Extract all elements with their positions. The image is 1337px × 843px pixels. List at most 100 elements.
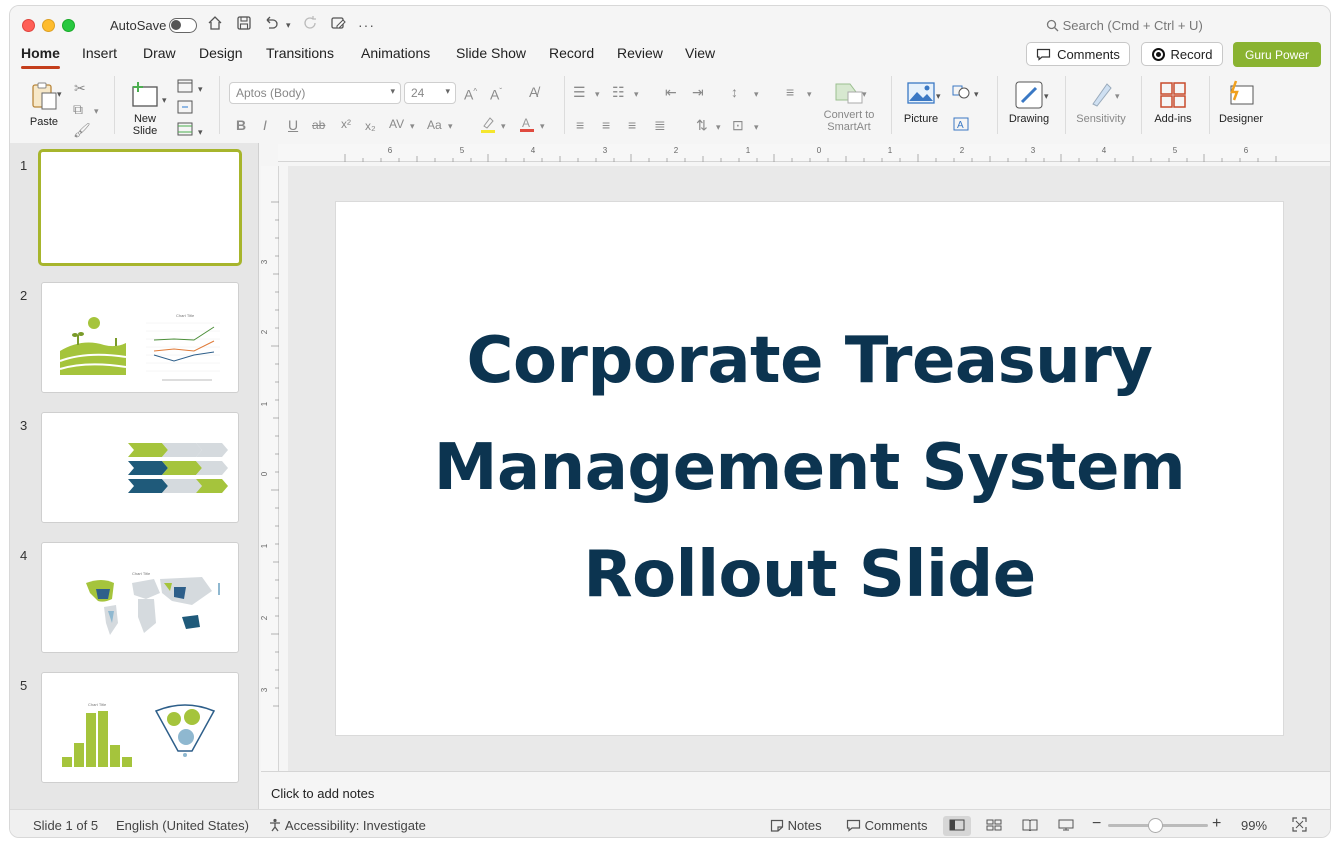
autosave-toggle[interactable] [169, 18, 197, 33]
chevron-down-icon[interactable]: ▾ [410, 118, 415, 134]
comments-toggle[interactable]: Comments [846, 818, 927, 833]
zoom-slider-thumb[interactable] [1148, 818, 1163, 833]
chevron-down-icon[interactable]: ▾ [1115, 88, 1120, 104]
notes-pane[interactable]: Click to add notes [261, 771, 1330, 809]
add-ins-button[interactable]: Add-ins [1150, 80, 1196, 125]
numbering-icon[interactable]: ☷ [612, 84, 625, 100]
undo-icon[interactable] [263, 15, 279, 37]
decrease-indent-icon[interactable]: ⇤ [665, 84, 677, 100]
tab-view[interactable]: View [685, 45, 715, 69]
slide-title-textbox[interactable]: Corporate Treasury Management System Rol… [400, 308, 1220, 629]
italic-icon[interactable]: I [263, 117, 267, 133]
section-dropdown-icon[interactable]: ▾ [198, 124, 203, 140]
notes-placeholder[interactable]: Click to add notes [271, 786, 374, 801]
undo-dropdown-icon[interactable]: ▾ [286, 15, 291, 35]
layout-dropdown-icon[interactable]: ▾ [198, 81, 203, 97]
tab-insert[interactable]: Insert [82, 45, 117, 69]
notes-toggle[interactable]: Notes [770, 818, 822, 833]
align-right-icon[interactable]: ≡ [628, 117, 636, 133]
chevron-down-icon[interactable]: ▾ [807, 86, 812, 102]
chevron-down-icon[interactable]: ▾ [1044, 88, 1049, 104]
font-name-select[interactable]: Aptos (Body) ▾ [229, 82, 401, 104]
shapes-icon[interactable] [952, 84, 970, 103]
vertical-ruler[interactable]: 3 2 1 0 1 2 3 [260, 166, 279, 771]
columns-icon[interactable]: ≡ [786, 84, 794, 100]
convert-smartart-button[interactable]: Convert to SmartArt [816, 80, 882, 133]
slide-sorter-button[interactable] [980, 816, 1008, 836]
tab-animations[interactable]: Animations [361, 45, 430, 69]
tab-slide-show[interactable]: Slide Show [456, 45, 526, 69]
chevron-down-icon[interactable]: ▾ [448, 118, 453, 134]
redo-icon[interactable] [303, 15, 319, 37]
slide-thumbnail-1[interactable] [38, 149, 242, 266]
customize-toolbar-icon[interactable] [330, 15, 346, 37]
copy-dropdown-icon[interactable]: ▾ [94, 103, 99, 119]
strikethrough-icon[interactable]: ab [312, 117, 325, 133]
designer-button[interactable]: Designer [1216, 80, 1266, 125]
tab-design[interactable]: Design [199, 45, 243, 69]
format-painter-icon[interactable]: 🖌 [73, 122, 91, 138]
current-slide[interactable]: Corporate Treasury Management System Rol… [336, 202, 1283, 735]
home-icon[interactable] [207, 15, 223, 37]
reading-view-button[interactable] [1016, 816, 1044, 836]
text-box-icon[interactable]: A [952, 116, 970, 135]
zoom-in-icon[interactable]: + [1212, 815, 1221, 833]
chevron-down-icon[interactable]: ▾ [634, 86, 639, 102]
bold-icon[interactable]: B [236, 117, 246, 133]
character-spacing-icon[interactable]: AV [389, 116, 404, 132]
slide-thumbnail-2[interactable]: Chart Title [41, 282, 239, 393]
layout-icon[interactable] [177, 79, 193, 96]
slide-editor-canvas[interactable]: Corporate Treasury Management System Rol… [288, 166, 1330, 771]
new-slide-button[interactable]: New Slide [124, 80, 166, 137]
minimize-window-button[interactable] [42, 19, 55, 32]
language-indicator[interactable]: English (United States) [116, 818, 249, 833]
zoom-level[interactable]: 99% [1241, 818, 1267, 833]
increase-indent-icon[interactable]: ⇥ [692, 84, 704, 100]
reset-slide-icon[interactable] [177, 100, 193, 117]
justify-icon[interactable]: ≣ [654, 117, 666, 133]
chevron-down-icon[interactable]: ▾ [716, 119, 721, 135]
decrease-font-icon[interactable]: Aˇ [490, 84, 502, 103]
sensitivity-button[interactable]: Sensitivity [1070, 80, 1132, 125]
slide-thumbnail-panel[interactable]: 1 2 Chart Title 3 4 Chart Title 5 Chart … [10, 143, 259, 809]
font-color-icon[interactable]: A [519, 115, 535, 136]
section-icon[interactable] [177, 122, 193, 139]
slide-thumbnail-4[interactable]: Chart Title [41, 542, 239, 653]
font-size-select[interactable]: 24 ▾ [404, 82, 456, 104]
text-direction-icon[interactable]: ⇅ [696, 117, 708, 133]
paste-dropdown-icon[interactable]: ▾ [57, 86, 62, 102]
tab-transitions[interactable]: Transitions [266, 45, 334, 69]
chevron-down-icon[interactable]: ▾ [754, 86, 759, 102]
chevron-down-icon[interactable]: ▾ [595, 86, 600, 102]
slide-show-view-button[interactable] [1052, 816, 1080, 836]
superscript-icon[interactable]: x² [341, 116, 351, 132]
tab-record[interactable]: Record [549, 45, 594, 69]
slide-thumbnail-3[interactable] [41, 412, 239, 523]
underline-icon[interactable]: U [288, 117, 298, 133]
zoom-out-icon[interactable]: − [1092, 815, 1101, 833]
align-left-icon[interactable]: ≡ [576, 117, 584, 133]
line-spacing-icon[interactable]: ↕ [731, 84, 738, 100]
change-case-icon[interactable]: Aa [427, 117, 442, 133]
tab-draw[interactable]: Draw [143, 45, 176, 69]
guru-power-button[interactable]: Guru Power [1233, 42, 1321, 67]
cut-icon[interactable]: ✂ [74, 80, 86, 96]
align-center-icon[interactable]: ≡ [602, 117, 610, 133]
fit-to-window-icon[interactable] [1292, 817, 1307, 835]
more-options-icon[interactable]: ··· [358, 15, 375, 35]
chevron-down-icon[interactable]: ▾ [974, 86, 979, 102]
align-text-icon[interactable]: ⊡ [732, 117, 744, 133]
close-window-button[interactable] [22, 19, 35, 32]
record-button[interactable]: Record [1141, 42, 1223, 66]
increase-font-icon[interactable]: A^ [464, 84, 477, 103]
chevron-down-icon[interactable]: ▾ [540, 118, 545, 134]
new-slide-dropdown-icon[interactable]: ▾ [162, 92, 167, 108]
slide-thumbnail-5[interactable]: Chart Title [41, 672, 239, 783]
chevron-down-icon[interactable]: ▾ [754, 119, 759, 135]
comments-button[interactable]: Comments [1026, 42, 1130, 66]
chevron-down-icon[interactable]: ▾ [501, 118, 506, 134]
save-icon[interactable] [236, 15, 252, 37]
tab-review[interactable]: Review [617, 45, 663, 69]
search-box[interactable]: Search (Cmd + Ctrl + U) [1046, 18, 1203, 33]
clear-formatting-icon[interactable]: A̸ [529, 84, 538, 100]
